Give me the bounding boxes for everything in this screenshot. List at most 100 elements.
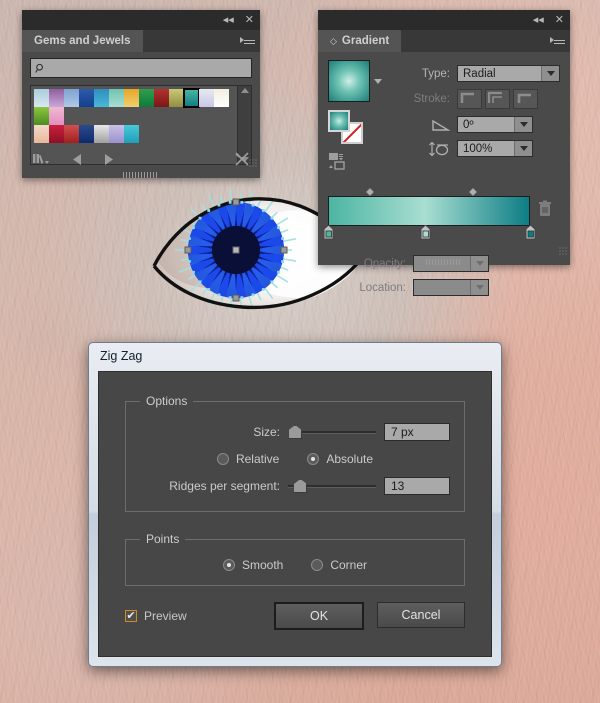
swatch-item[interactable] [49,89,64,107]
swatch-item[interactable] [34,125,49,143]
swatch-item[interactable] [154,89,169,107]
chevron-down-icon[interactable] [470,280,488,295]
swatch-item[interactable] [49,107,64,125]
stroke-type-buttons[interactable] [457,89,541,109]
relative-label: Relative [235,452,280,466]
gradient-stop-row[interactable] [323,224,536,243]
delete-gradient-stop-button[interactable] [530,187,560,218]
swatch-item[interactable] [169,89,184,107]
panel-resize-grip[interactable] [559,247,568,256]
close-icon[interactable]: ✕ [555,14,564,26]
panel-menu-icon[interactable] [550,36,565,47]
size-input[interactable]: 7 px [384,423,450,441]
fill-swatch[interactable] [328,110,350,132]
gradient-type-select[interactable]: Radial [457,65,560,82]
ridges-slider-thumb[interactable] [293,479,308,493]
search-input[interactable] [30,58,252,78]
ok-button[interactable]: OK [274,602,364,630]
relative-radio-option[interactable]: Relative [216,452,280,466]
stroke-across-button[interactable] [485,89,510,109]
gradient-stop[interactable] [323,224,334,240]
swatch-item[interactable] [124,89,139,107]
anchor-point [281,260,285,263]
fill-stroke-swatches[interactable] [328,110,364,144]
preview-checkbox[interactable]: ✔ [125,610,137,622]
swatch-item[interactable] [109,89,124,107]
gradient-angle-input[interactable]: 0º [457,116,533,133]
swatch-item[interactable] [49,125,64,143]
gradient-aspect-value: 100% [463,142,493,155]
swatch-item[interactable] [124,125,139,143]
bounding-box-handle [184,246,192,254]
smooth-radio-option[interactable]: Smooth [222,558,283,572]
stroke-within-button[interactable] [457,89,482,109]
chevron-down-icon[interactable] [514,141,532,156]
swatch-libraries-menu-icon[interactable] [32,152,54,166]
panel-resize-handle[interactable] [426,259,462,265]
swatch-item[interactable] [214,89,229,107]
smooth-radio[interactable] [222,559,235,571]
chevron-down-icon[interactable] [514,117,532,132]
collapse-double-arrow-icon[interactable]: ◂◂ [223,14,234,26]
previous-swatch-set-icon[interactable] [72,153,84,166]
preview-label: Preview [144,609,187,623]
swatch-item[interactable] [64,89,79,107]
absolute-radio-option[interactable]: Absolute [307,452,373,466]
gradient-type-value: Radial [463,67,496,80]
gradient-aspect-input[interactable]: 100% [457,140,533,157]
swatch-item[interactable] [34,107,49,125]
swatch-item[interactable] [199,89,214,107]
gradient-midpoint-row[interactable] [328,187,530,197]
swatch-panel-titlebar[interactable]: ◂◂ ✕ [22,10,260,30]
ridges-input[interactable]: 13 [384,477,450,495]
absolute-radio[interactable] [307,453,320,465]
panel-resize-handle[interactable] [123,172,159,178]
swatch-item[interactable] [34,89,49,107]
gradient-panel-titlebar[interactable]: ◂◂ ✕ [318,10,570,30]
gradient-preset-chevron-down-icon[interactable] [374,78,382,84]
chevron-down-icon[interactable] [470,256,488,271]
swatch-item[interactable] [79,125,94,143]
relative-radio[interactable] [216,453,229,465]
swatch-item[interactable] [64,125,79,143]
size-slider[interactable] [288,425,376,439]
gradient-slider-area[interactable] [323,187,560,243]
size-slider-thumb[interactable] [288,425,303,439]
panel-menu-icon[interactable] [240,36,255,47]
size-mode-radios: Relative Absolute [140,452,450,466]
gradient-midpoint[interactable] [468,187,478,197]
swatch-item[interactable] [109,125,124,143]
zig-zag-dialog[interactable]: Zig Zag Options Size: 7 px Relative Abso… [88,342,502,667]
gradient-panel-tabrow: Gradient [318,30,570,52]
corner-radio[interactable] [311,559,324,571]
tab-gems-and-jewels[interactable]: Gems and Jewels [22,30,143,52]
preview-checkbox-option[interactable]: ✔ Preview [125,609,187,623]
collapse-double-arrow-icon[interactable]: ◂◂ [533,14,544,26]
gradient-fill-type-icon[interactable] [328,152,384,173]
stroke-along-button[interactable] [513,89,538,109]
radial-gradient-thumbnail[interactable] [328,60,370,102]
tab-gradient[interactable]: Gradient [318,30,402,52]
gradient-midpoint[interactable] [365,187,375,197]
swatch-item[interactable] [94,89,109,107]
gradient-stop[interactable] [525,224,536,240]
gradient-panel[interactable]: ◂◂ ✕ Gradient [318,10,570,296]
bounding-box-handle [232,198,240,206]
chevron-down-icon[interactable] [541,66,559,81]
location-input[interactable] [413,279,489,296]
cancel-button[interactable]: Cancel [377,602,465,628]
gems-and-jewels-panel[interactable]: ◂◂ ✕ Gems and Jewels [22,10,260,178]
corner-radio-option[interactable]: Corner [311,558,367,572]
scroll-up-icon[interactable] [240,88,249,93]
close-icon[interactable]: ✕ [245,14,254,26]
swatch-item[interactable] [79,89,94,107]
swatch-item[interactable] [139,89,154,107]
ridges-slider[interactable] [288,479,376,493]
swatch-item[interactable] [183,88,200,108]
gradient-stop[interactable] [420,224,431,240]
next-swatch-set-icon[interactable] [102,153,114,166]
gradient-ramp[interactable] [328,196,530,226]
swatch-item[interactable] [94,125,109,143]
panel-resize-grip[interactable] [249,159,258,168]
delete-swatch-icon[interactable] [234,151,250,167]
